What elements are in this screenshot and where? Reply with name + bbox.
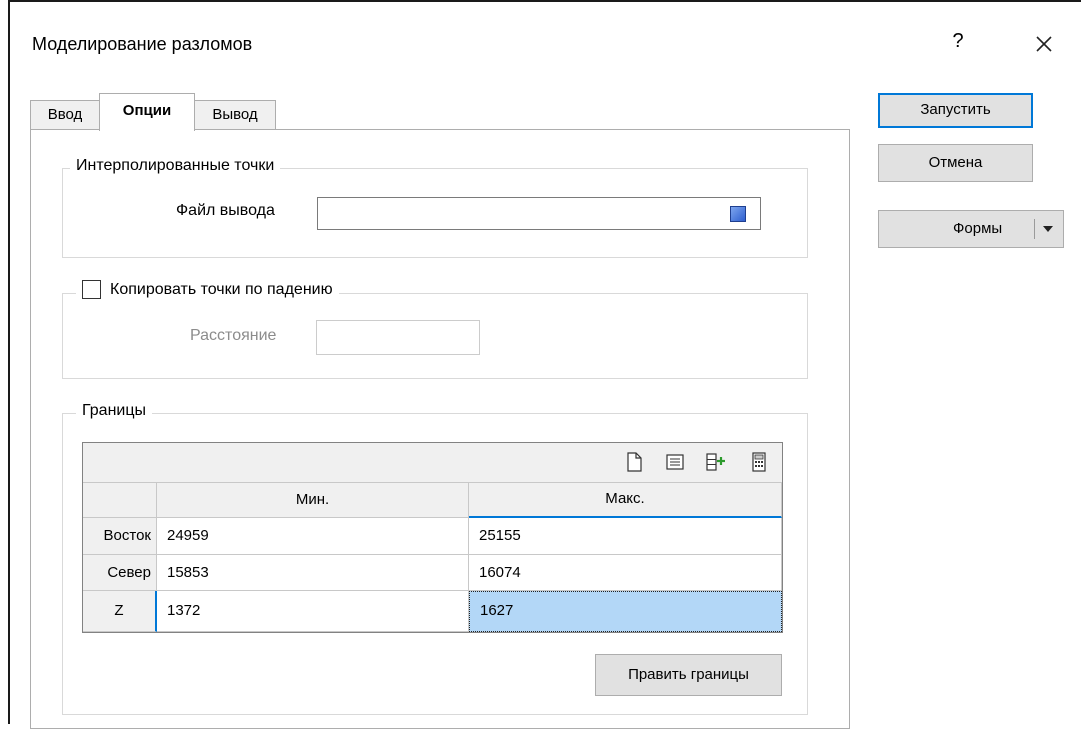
window-top-border	[8, 0, 1081, 2]
forms-button-divider	[1034, 219, 1035, 239]
column-header-max[interactable]: Макс.	[469, 483, 782, 518]
row-header-z[interactable]: Z	[83, 591, 157, 632]
window-left-border	[8, 0, 10, 724]
run-button[interactable]: Запустить	[878, 93, 1033, 128]
row-header-east[interactable]: Восток	[83, 518, 157, 555]
copy-dip-legend: Копировать точки по падению	[76, 280, 339, 299]
file-browse-icon[interactable]	[730, 206, 746, 222]
tab-options[interactable]: Опции	[99, 93, 195, 131]
output-file-label: Файл вывода	[176, 202, 275, 219]
distance-label: Расстояние	[190, 327, 277, 344]
edit-bounds-button[interactable]: Править границы	[595, 654, 782, 696]
dialog-title: Моделирование разломов	[32, 34, 253, 54]
tab-input[interactable]: Ввод	[30, 100, 100, 130]
column-header-min[interactable]: Мин.	[157, 483, 469, 518]
close-button[interactable]	[1028, 28, 1060, 60]
output-file-input[interactable]	[317, 197, 761, 230]
help-button[interactable]: ?	[948, 30, 968, 58]
close-icon	[1036, 36, 1052, 52]
list-icon[interactable]	[664, 451, 686, 473]
cell-z-min[interactable]: 1372	[157, 591, 469, 632]
forms-button-label: Формы	[953, 220, 1003, 237]
cell-north-max[interactable]: 16074	[469, 555, 782, 591]
distance-input[interactable]	[316, 320, 480, 355]
cell-z-max[interactable]: 1627	[469, 591, 782, 632]
copy-dip-label: Копировать точки по падению	[110, 280, 333, 298]
insert-row-icon[interactable]	[705, 451, 727, 473]
calculator-icon[interactable]	[748, 451, 770, 473]
interpolated-points-legend: Интерполированные точки	[70, 157, 281, 175]
forms-button[interactable]: Формы	[878, 210, 1064, 248]
bounds-legend: Границы	[76, 402, 152, 420]
cell-east-min[interactable]: 24959	[157, 518, 469, 555]
grid-toolbar	[83, 443, 782, 483]
new-file-icon[interactable]	[623, 451, 645, 473]
copy-dip-checkbox[interactable]	[82, 280, 101, 299]
cell-east-max[interactable]: 25155	[469, 518, 782, 555]
row-header-north[interactable]: Север	[83, 555, 157, 591]
cancel-button[interactable]: Отмена	[878, 144, 1033, 182]
tab-output[interactable]: Вывод	[194, 100, 276, 130]
chevron-down-icon[interactable]	[1041, 224, 1055, 234]
bounds-grid: Мин. Макс. Восток 24959 25155 Север 1585…	[82, 442, 783, 633]
grid-corner-header	[83, 483, 157, 518]
cell-north-min[interactable]: 15853	[157, 555, 469, 591]
